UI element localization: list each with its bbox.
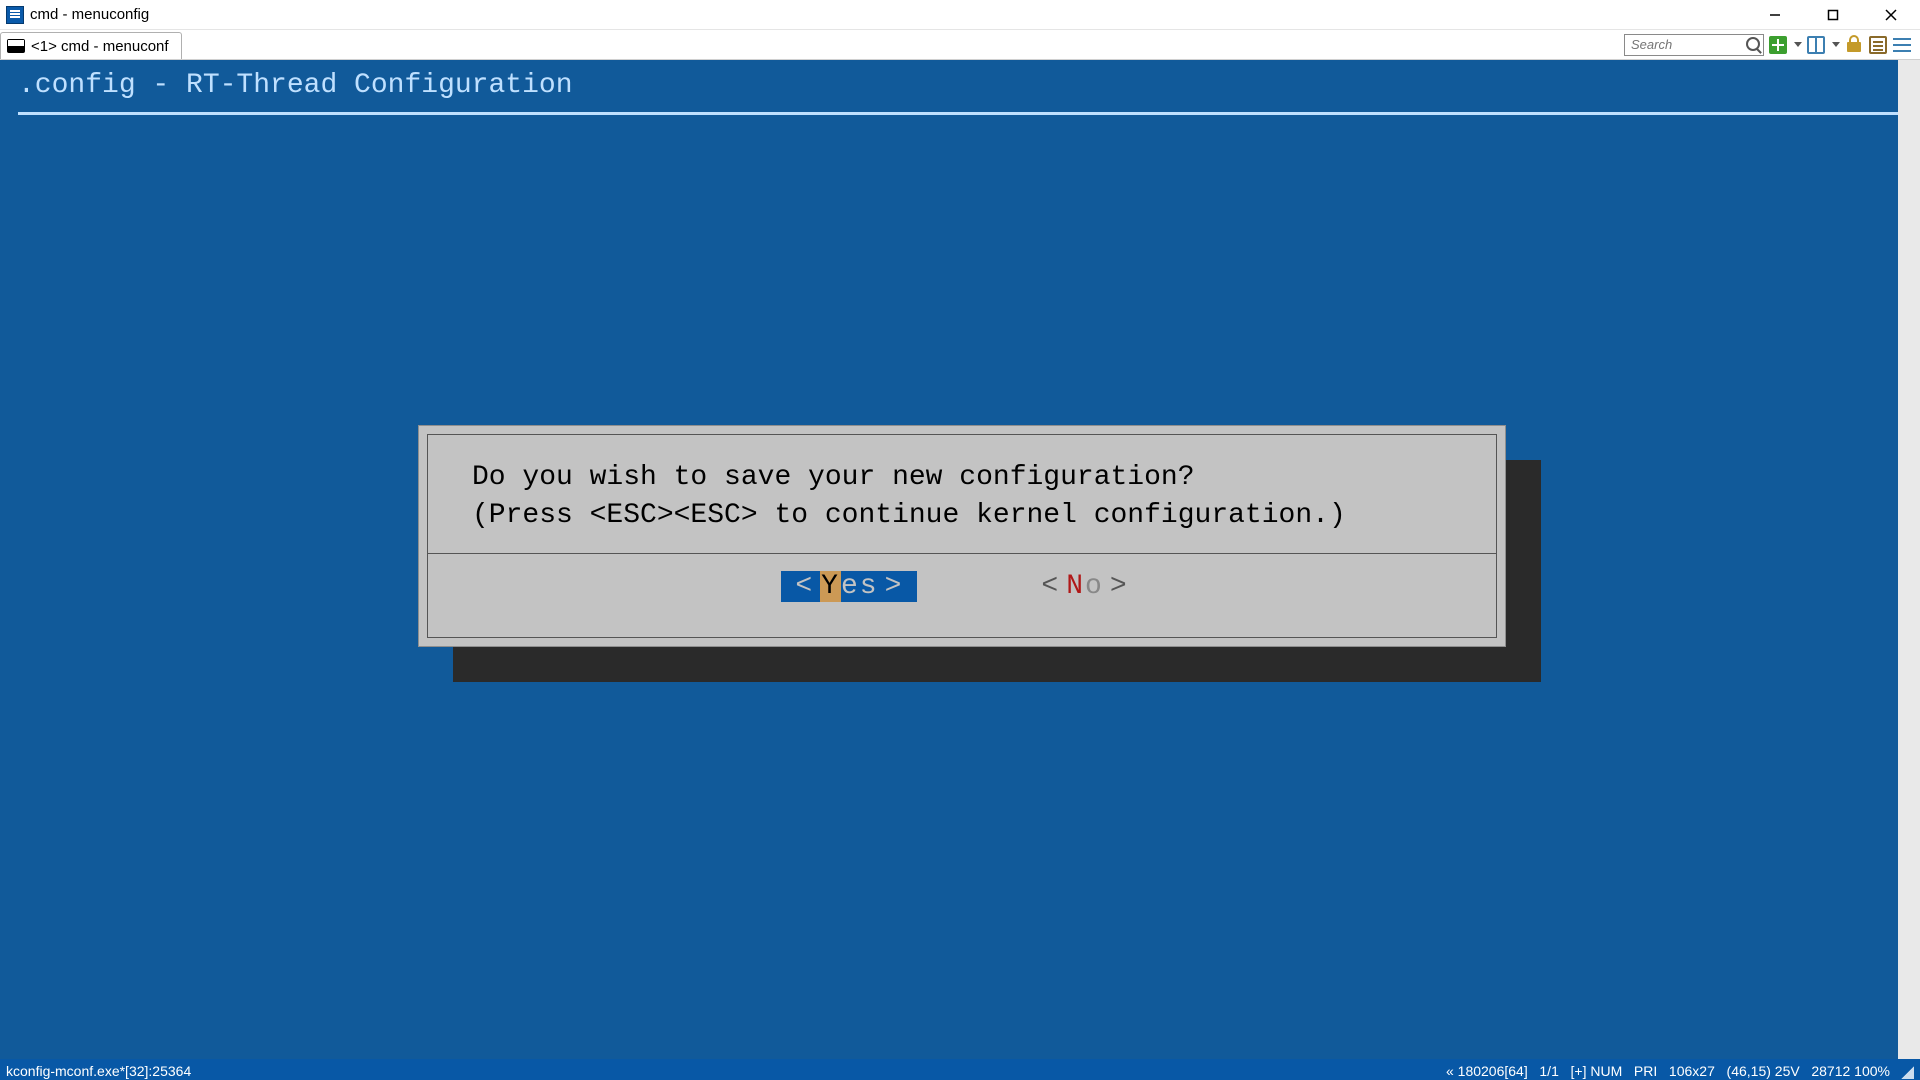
- toolbar-search[interactable]: [1624, 34, 1764, 56]
- terminal-area[interactable]: .config - RT-Thread Configuration Do you…: [0, 60, 1920, 1059]
- properties-icon: [1869, 36, 1887, 54]
- angle-right-icon: >: [1104, 571, 1135, 602]
- status-bar: kconfig-mconf.exe*[32]:25364 « 180206[64…: [0, 1059, 1920, 1080]
- search-input[interactable]: [1624, 34, 1764, 56]
- window-close-button[interactable]: [1862, 0, 1920, 29]
- no-rest: o: [1085, 571, 1104, 602]
- heading-rule: [18, 112, 1902, 115]
- window-title: cmd - menuconfig: [30, 6, 149, 23]
- window-maximize-button[interactable]: [1804, 0, 1862, 29]
- angle-left-icon: <: [1035, 571, 1066, 602]
- yes-rest: es: [841, 571, 879, 602]
- hamburger-icon: [1893, 38, 1911, 52]
- window-minimize-button[interactable]: [1746, 0, 1804, 29]
- split-view-dropdown[interactable]: [1832, 42, 1840, 47]
- yes-button[interactable]: < Yes >: [781, 571, 917, 602]
- lock-icon: [1847, 42, 1861, 52]
- tab-cmd[interactable]: <1> cmd - menuconf: [0, 32, 182, 59]
- dialog-separator: [428, 553, 1496, 554]
- tab-bar: <1> cmd - menuconf: [0, 30, 1920, 60]
- menu-button[interactable]: [1892, 35, 1912, 55]
- minimize-icon: [1769, 9, 1781, 21]
- window-titlebar: cmd - menuconfig: [0, 0, 1920, 30]
- vertical-scrollbar[interactable]: [1898, 60, 1920, 1059]
- status-left: kconfig-mconf.exe*[32]:25364: [6, 1063, 191, 1079]
- status-right: « 180206[64] 1/1 [+] NUM PRI 106x27 (46,…: [1446, 1063, 1890, 1079]
- no-button[interactable]: < No >: [1027, 571, 1142, 602]
- split-view-button[interactable]: [1806, 35, 1826, 55]
- config-heading: .config - RT-Thread Configuration: [18, 70, 573, 101]
- properties-button[interactable]: [1868, 35, 1888, 55]
- angle-left-icon: <: [789, 571, 820, 602]
- plus-icon: [1769, 36, 1787, 54]
- close-icon: [1885, 9, 1897, 21]
- console-icon: [7, 39, 25, 53]
- app-icon: [6, 6, 24, 24]
- dialog-message: Do you wish to save your new configurati…: [472, 459, 1346, 535]
- resize-grip-icon[interactable]: [1898, 1063, 1914, 1079]
- split-icon: [1807, 36, 1825, 54]
- new-tab-button[interactable]: [1768, 35, 1788, 55]
- new-tab-dropdown[interactable]: [1794, 42, 1802, 47]
- maximize-icon: [1827, 9, 1839, 21]
- lock-button[interactable]: [1844, 35, 1864, 55]
- tab-label: <1> cmd - menuconf: [31, 38, 169, 55]
- yes-hotkey: Y: [820, 571, 841, 602]
- angle-right-icon: >: [879, 571, 910, 602]
- no-hotkey: N: [1066, 571, 1085, 602]
- save-dialog: Do you wish to save your new configurati…: [418, 425, 1506, 647]
- search-icon: [1746, 37, 1760, 51]
